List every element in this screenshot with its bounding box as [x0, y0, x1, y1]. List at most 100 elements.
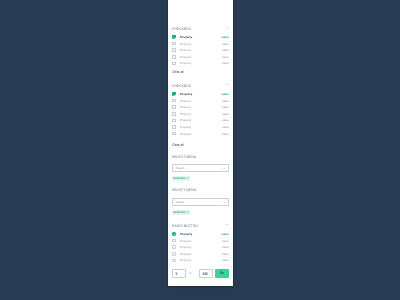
- range-min-input[interactable]: $: [172, 269, 186, 278]
- radio-section-header[interactable]: RADIO BUTTON ⌃: [172, 223, 229, 229]
- checkbox[interactable]: [172, 48, 176, 53]
- property-value: value: [221, 105, 229, 110]
- checkbox-row[interactable]: Property value: [172, 104, 229, 111]
- property-label: Property: [180, 258, 192, 263]
- checkbox[interactable]: [172, 105, 176, 110]
- property-label: Property: [180, 41, 192, 46]
- select-menu-1[interactable]: Select... ⌄: [172, 164, 229, 172]
- property-value: value: [221, 251, 229, 256]
- range-to-label: to: [189, 271, 192, 275]
- radio-row[interactable]: Property value: [172, 238, 229, 245]
- checkbox[interactable]: [172, 125, 176, 129]
- checkbox[interactable]: [172, 35, 176, 39]
- property-label: Property: [180, 35, 193, 39]
- property-value: value: [221, 41, 229, 46]
- property-label: Property: [180, 92, 193, 96]
- property-value: value: [221, 92, 229, 96]
- checkbox[interactable]: [172, 118, 176, 123]
- property-label: Property: [180, 54, 192, 59]
- checkbox-row[interactable]: Property value: [172, 47, 229, 54]
- property-label: Property: [180, 251, 192, 256]
- property-value: value: [221, 245, 229, 250]
- property-value: value: [221, 131, 229, 136]
- property-value: value: [221, 61, 229, 66]
- checkbox-row[interactable]: Property value: [172, 98, 229, 105]
- property-value: value: [221, 258, 229, 263]
- property-label: Property: [180, 131, 192, 136]
- selection-tag: Selection×: [172, 176, 191, 181]
- clear-all-link[interactable]: Clear all: [172, 70, 184, 75]
- section-title: SELECT MENU: [172, 155, 197, 159]
- checkbox-row[interactable]: Property value: [172, 54, 229, 61]
- radio-button[interactable]: [172, 252, 176, 256]
- section-title: SELECT MENU: [172, 188, 197, 192]
- radio-button[interactable]: [172, 258, 176, 263]
- checkbox[interactable]: [172, 55, 176, 59]
- radio-button[interactable]: [172, 245, 176, 250]
- go-button[interactable]: Go: [215, 269, 229, 278]
- section-title: CHECKBOX: [172, 84, 192, 88]
- checkbox[interactable]: [172, 98, 176, 103]
- checkbox-row[interactable]: Property value: [172, 34, 229, 41]
- chevron-down-icon: ⌄: [222, 166, 226, 170]
- checkbox[interactable]: [172, 41, 176, 46]
- radio-row[interactable]: Property value: [172, 257, 229, 264]
- checkbox[interactable]: [172, 92, 176, 96]
- filter-panel: CHECKBOX ⌃ Property value Property value Pro…: [168, 0, 233, 286]
- chevron-up-icon[interactable]: ⌃: [225, 26, 229, 32]
- property-label: Property: [180, 125, 192, 129]
- checkbox-row[interactable]: Property value: [172, 117, 229, 124]
- checkbox-section-2-header[interactable]: CHECKBOX ⌃: [172, 83, 229, 89]
- selection-tag-label: Selection: [173, 210, 186, 214]
- select-menu-2-header: SELECT MENU: [172, 187, 229, 193]
- select-placeholder: Select...: [176, 166, 187, 170]
- property-value: value: [221, 48, 229, 53]
- checkbox-row[interactable]: Property value: [172, 41, 229, 48]
- range-max-input[interactable]: $$$: [199, 269, 213, 278]
- select-placeholder: Select...: [176, 200, 187, 204]
- select-menu-2[interactable]: Select... ⌄: [172, 198, 229, 206]
- checkbox-row[interactable]: Property value: [172, 91, 229, 98]
- property-label: Property: [180, 61, 192, 66]
- property-value: value: [221, 54, 229, 59]
- property-label: Property: [180, 105, 192, 110]
- checkbox-section-1-header[interactable]: CHECKBOX ⌃: [172, 26, 229, 32]
- price-range: $ to $$$ Go: [172, 269, 229, 278]
- select-menu-1-header: SELECT MENU: [172, 154, 229, 160]
- checkbox-row[interactable]: Property value: [172, 60, 229, 67]
- property-value: value: [221, 118, 229, 123]
- checkbox-row[interactable]: Property value: [172, 111, 229, 118]
- property-label: Property: [180, 232, 193, 236]
- close-icon[interactable]: ×: [187, 210, 189, 214]
- property-label: Property: [180, 111, 192, 116]
- property-value: value: [221, 35, 229, 39]
- chevron-up-icon[interactable]: ⌃: [225, 83, 229, 89]
- property-label: Property: [180, 245, 192, 250]
- property-label: Property: [180, 48, 192, 53]
- checkbox[interactable]: [172, 131, 176, 136]
- checkbox-row[interactable]: Property value: [172, 124, 229, 131]
- property-value: value: [221, 111, 229, 116]
- checkbox-row[interactable]: Property value: [172, 131, 229, 138]
- property-value: value: [221, 238, 229, 243]
- property-label: Property: [180, 238, 192, 243]
- radio-button[interactable]: [172, 238, 176, 243]
- property-value: value: [221, 232, 229, 236]
- checkbox[interactable]: [172, 61, 176, 66]
- radio-row[interactable]: Property value: [172, 244, 229, 251]
- section-title: RADIO BUTTON: [172, 224, 198, 228]
- chevron-down-icon: ⌄: [222, 200, 226, 204]
- checkbox[interactable]: [172, 112, 176, 116]
- radio-row[interactable]: Property value: [172, 251, 229, 258]
- property-value: value: [221, 98, 229, 103]
- clear-all-link[interactable]: Clear all: [172, 143, 184, 148]
- section-title: CHECKBOX: [172, 27, 192, 31]
- property-label: Property: [180, 98, 192, 103]
- selection-tag: Selection×: [172, 210, 191, 215]
- selection-tag-label: Selection: [173, 176, 186, 180]
- close-icon[interactable]: ×: [187, 176, 189, 180]
- chevron-up-icon[interactable]: ⌃: [225, 223, 229, 229]
- radio-button[interactable]: [172, 232, 176, 236]
- property-label: Property: [180, 118, 192, 123]
- radio-row[interactable]: Property value: [172, 231, 229, 238]
